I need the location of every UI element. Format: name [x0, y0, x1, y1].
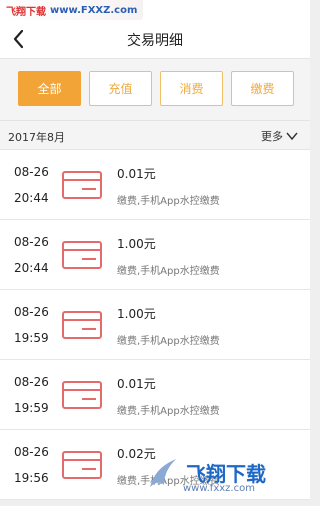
- month-label: 2017年8月: [8, 131, 65, 144]
- transaction-amount: 1.00元: [117, 237, 156, 251]
- tab-payment[interactable]: 缴费: [231, 71, 294, 106]
- transaction-row[interactable]: 08-26 19:59 1.00元 缴费,手机App水控缴费: [0, 290, 310, 360]
- transaction-date: 08-26: [14, 375, 49, 389]
- transaction-row[interactable]: 08-26 20:44 1.00元 缴费,手机App水控缴费: [0, 220, 310, 290]
- tab-consumption[interactable]: 消费: [160, 71, 223, 106]
- more-label: 更多: [261, 130, 283, 143]
- transaction-time: 19:56: [14, 471, 49, 485]
- transaction-amount: 0.01元: [117, 377, 156, 391]
- filter-tabs: 全部 充值 消费 缴费: [0, 58, 310, 120]
- transaction-date: 08-26: [14, 445, 49, 459]
- transaction-time: 20:44: [14, 261, 49, 275]
- transaction-row[interactable]: 08-26 20:44 0.01元 缴费,手机App水控缴费: [0, 150, 310, 220]
- transaction-date: 08-26: [14, 165, 49, 179]
- transaction-date: 08-26: [14, 305, 49, 319]
- card-icon: [62, 241, 102, 269]
- brand-site: www.fxxz.com: [183, 483, 255, 494]
- transaction-time: 19:59: [14, 331, 49, 345]
- card-icon: [62, 311, 102, 339]
- transaction-time: 19:59: [14, 401, 49, 415]
- transaction-description: 缴费,手机App水控缴费: [117, 196, 220, 207]
- transaction-description: 缴费,手机App水控缴费: [117, 406, 220, 417]
- card-icon: [62, 381, 102, 409]
- chevron-down-icon: [286, 132, 298, 141]
- bird-logo-icon: [150, 459, 176, 487]
- tab-recharge[interactable]: 充值: [89, 71, 152, 106]
- transaction-time: 20:44: [14, 191, 49, 205]
- watermark-url: www.FXXZ.com: [50, 4, 138, 16]
- watermark-label: 飞翔下载: [6, 6, 46, 18]
- transaction-row[interactable]: 08-26 19:59 0.01元 缴费,手机App水控缴费: [0, 360, 310, 430]
- transaction-date: 08-26: [14, 235, 49, 249]
- more-button[interactable]: 更多: [261, 128, 298, 144]
- tab-all[interactable]: 全部: [18, 71, 81, 106]
- transaction-page: 飞翔下载 www.FXXZ.com 交易明细 全部 充值 消费 缴费 2017年…: [0, 0, 310, 506]
- transaction-description: 缴费,手机App水控缴费: [117, 266, 220, 277]
- site-watermark: 飞翔下载 www.fxxz.com: [138, 438, 310, 506]
- month-selector-bar: 2017年8月 更多: [0, 120, 310, 150]
- transaction-description: 缴费,手机App水控缴费: [117, 336, 220, 347]
- transaction-amount: 1.00元: [117, 307, 156, 321]
- transaction-amount: 0.01元: [117, 167, 156, 181]
- top-watermark: 飞翔下载 www.FXXZ.com: [0, 0, 144, 20]
- page-title: 交易明细: [127, 33, 183, 49]
- card-icon: [62, 451, 102, 479]
- card-icon: [62, 171, 102, 199]
